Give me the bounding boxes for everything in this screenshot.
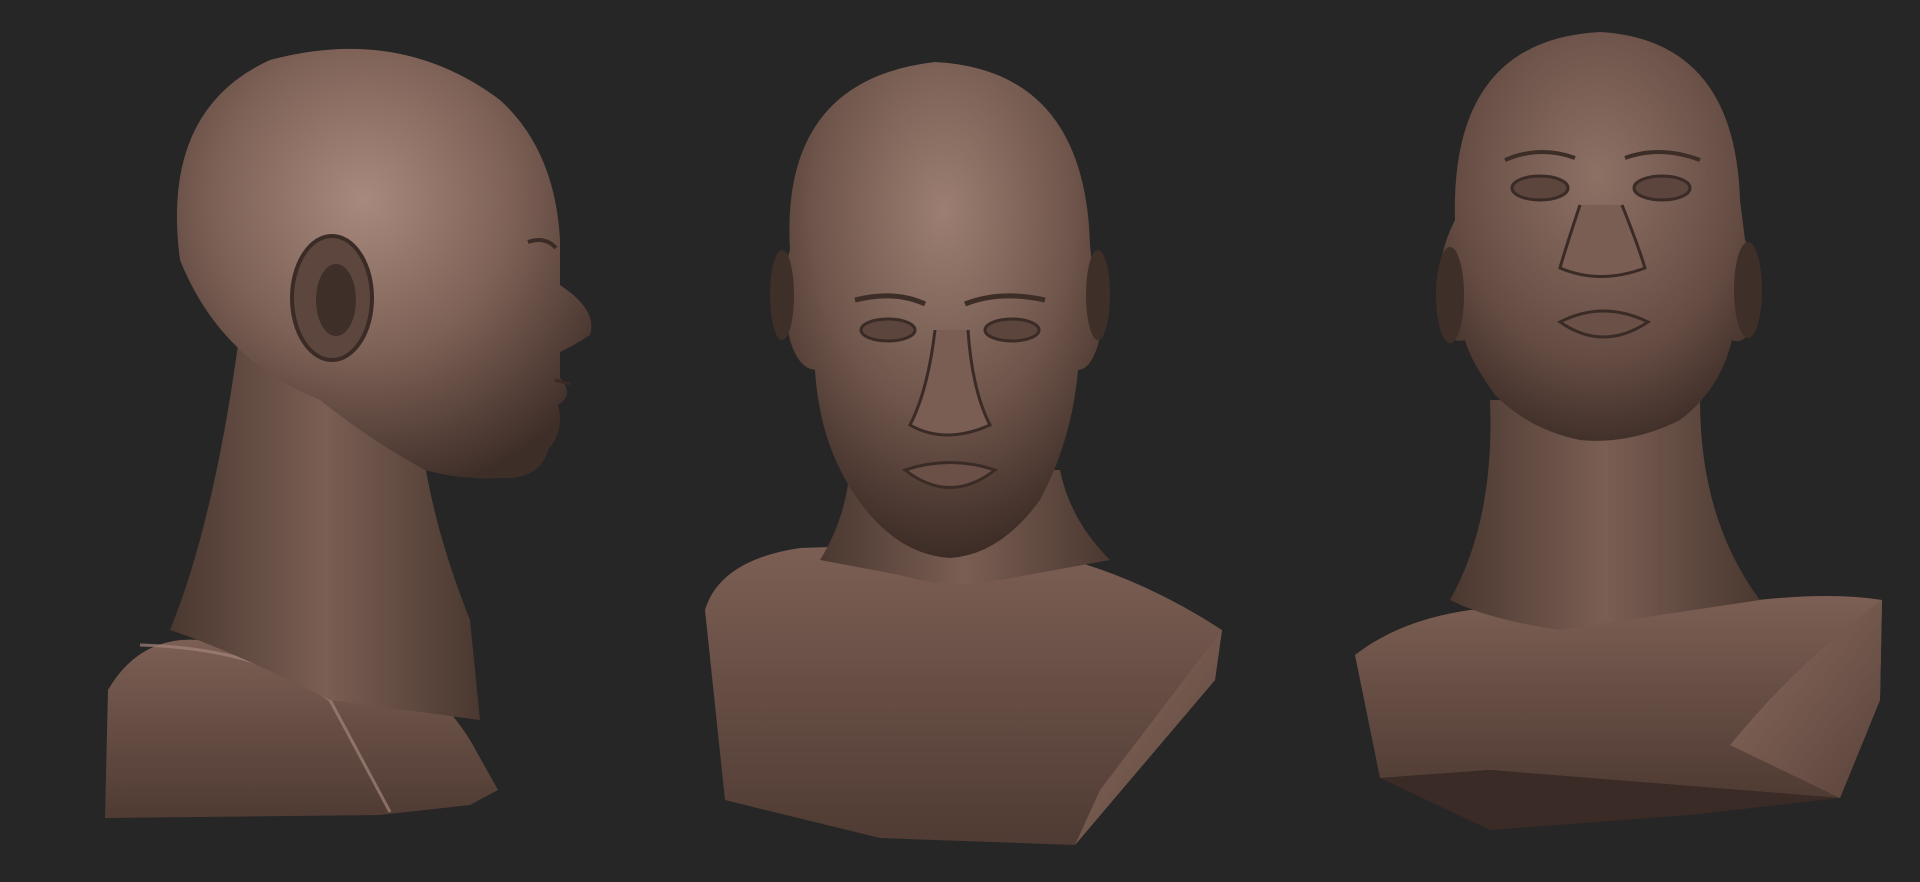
- bust-front-eye-left: [859, 317, 917, 343]
- bust-lowangle-eye-left: [1510, 174, 1570, 202]
- render-viewport: [0, 0, 1920, 882]
- bust-front-ear-left: [770, 250, 794, 340]
- bust-front-ear-right: [1086, 250, 1110, 340]
- bust-front-eye-right: [983, 317, 1041, 343]
- bust-side-ear-inner: [316, 264, 356, 336]
- sculpt-render: [105, 32, 1882, 845]
- bust-side-view: [105, 48, 592, 818]
- bust-lowangle-ear-left: [1436, 247, 1464, 343]
- bust-lowangle-ear-right: [1734, 242, 1762, 338]
- bust-low-angle-view: [1355, 32, 1882, 830]
- bust-front-view: [705, 62, 1222, 845]
- bust-front-base: [705, 545, 1222, 845]
- bust-lowangle-eye-right: [1632, 174, 1692, 202]
